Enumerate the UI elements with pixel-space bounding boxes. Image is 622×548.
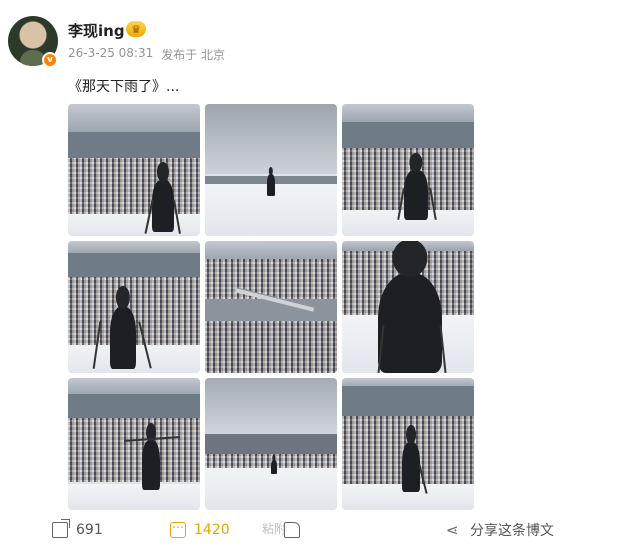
weibo-post-card: v 李现ing ♛ 26-3-25 08:31 发布于 北京 《那天下雨了》..… (0, 0, 622, 548)
share-nodes-icon: ⋖ (446, 521, 459, 539)
share-icon (52, 519, 70, 538)
photo-8[interactable] (205, 378, 337, 510)
forward-label: 分享这条博文 (470, 523, 554, 539)
share-action[interactable]: 691 (52, 516, 103, 544)
crown-icon: ♛ (126, 21, 146, 37)
photo-2[interactable] (205, 104, 337, 236)
photo-6[interactable] (342, 241, 474, 373)
photo-4[interactable] (68, 241, 200, 373)
post-text: 《那天下雨了》... (68, 79, 180, 95)
share-count: 691 (76, 522, 103, 538)
comment-icon (170, 517, 186, 538)
comment-count: 1420 (194, 522, 230, 538)
username-link[interactable]: 李现ing (68, 20, 125, 41)
comment-action[interactable]: 1420 (170, 516, 230, 544)
post-source: 发布于 北京 (161, 48, 226, 62)
like-watermark: 粘附 (262, 522, 287, 536)
photo-9[interactable] (342, 378, 474, 510)
thumbs-up-icon (284, 522, 300, 538)
post-meta: 26-3-25 08:31 发布于 北京 (68, 46, 225, 63)
photo-3[interactable] (342, 104, 474, 236)
photo-5[interactable] (205, 241, 337, 373)
action-bar: 691 1420 粘附 ⋖ 分享这条博文 (0, 516, 622, 544)
photo-7[interactable] (68, 378, 200, 510)
verified-badge-icon: v (42, 52, 58, 68)
post-date[interactable]: 26-3-25 08:31 (68, 46, 153, 63)
photo-1[interactable] (68, 104, 200, 236)
like-action[interactable] (284, 516, 300, 544)
photo-grid (68, 104, 474, 510)
forward-action[interactable]: ⋖ 分享这条博文 (446, 516, 554, 544)
